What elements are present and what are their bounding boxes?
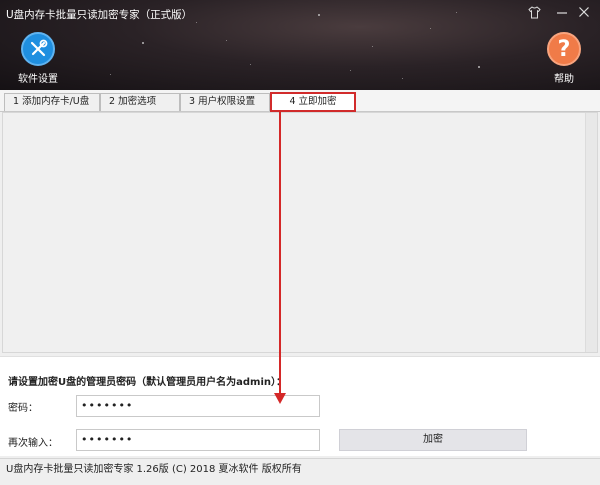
confirm-password-label: 再次输入： [8, 438, 58, 449]
status-bar: U盘内存卡批量只读加密专家 1.26版 (C) 2018 夏冰软件 版权所有 [0, 458, 600, 485]
tab-user-permissions[interactable]: 3 用户权限设置 [180, 93, 270, 111]
window-title: U盘内存卡批量只读加密专家（正式版） [6, 9, 193, 21]
annotation-arrow-line [279, 111, 281, 396]
minimize-icon[interactable] [556, 6, 568, 23]
help-button[interactable]: ? 帮助 [534, 32, 594, 85]
tab-encrypt-now[interactable]: 4 立即加密 [270, 92, 356, 112]
content-panel [2, 112, 598, 353]
settings-button[interactable]: 软件设置 [8, 32, 68, 85]
vertical-scrollbar[interactable] [585, 113, 597, 352]
annotation-arrow-head [274, 393, 286, 404]
encrypt-button[interactable]: 加密 [339, 429, 527, 451]
password-prompt: 请设置加密U盘的管理员密码（默认管理员用户名为admin）： [8, 377, 286, 388]
password-label: 密码： [8, 403, 38, 414]
password-form: 请设置加密U盘的管理员密码（默认管理员用户名为admin）： 密码： •••••… [0, 356, 600, 456]
wrench-screwdriver-icon [21, 32, 55, 66]
tab-bar: 1 添加内存卡/U盘 2 加密选项 3 用户权限设置 4 立即加密 [0, 90, 600, 112]
close-icon[interactable] [578, 6, 590, 23]
help-label: 帮助 [554, 74, 574, 85]
shirt-icon[interactable] [528, 6, 541, 23]
tab-encrypt-options[interactable]: 2 加密选项 [100, 93, 180, 111]
confirm-password-input[interactable]: ••••••• [76, 429, 320, 451]
tab-add-card[interactable]: 1 添加内存卡/U盘 [4, 93, 100, 111]
question-icon: ? [547, 32, 581, 66]
app-header: U盘内存卡批量只读加密专家（正式版） 软件设置 ? 帮助 [0, 0, 600, 90]
settings-label: 软件设置 [18, 74, 58, 85]
